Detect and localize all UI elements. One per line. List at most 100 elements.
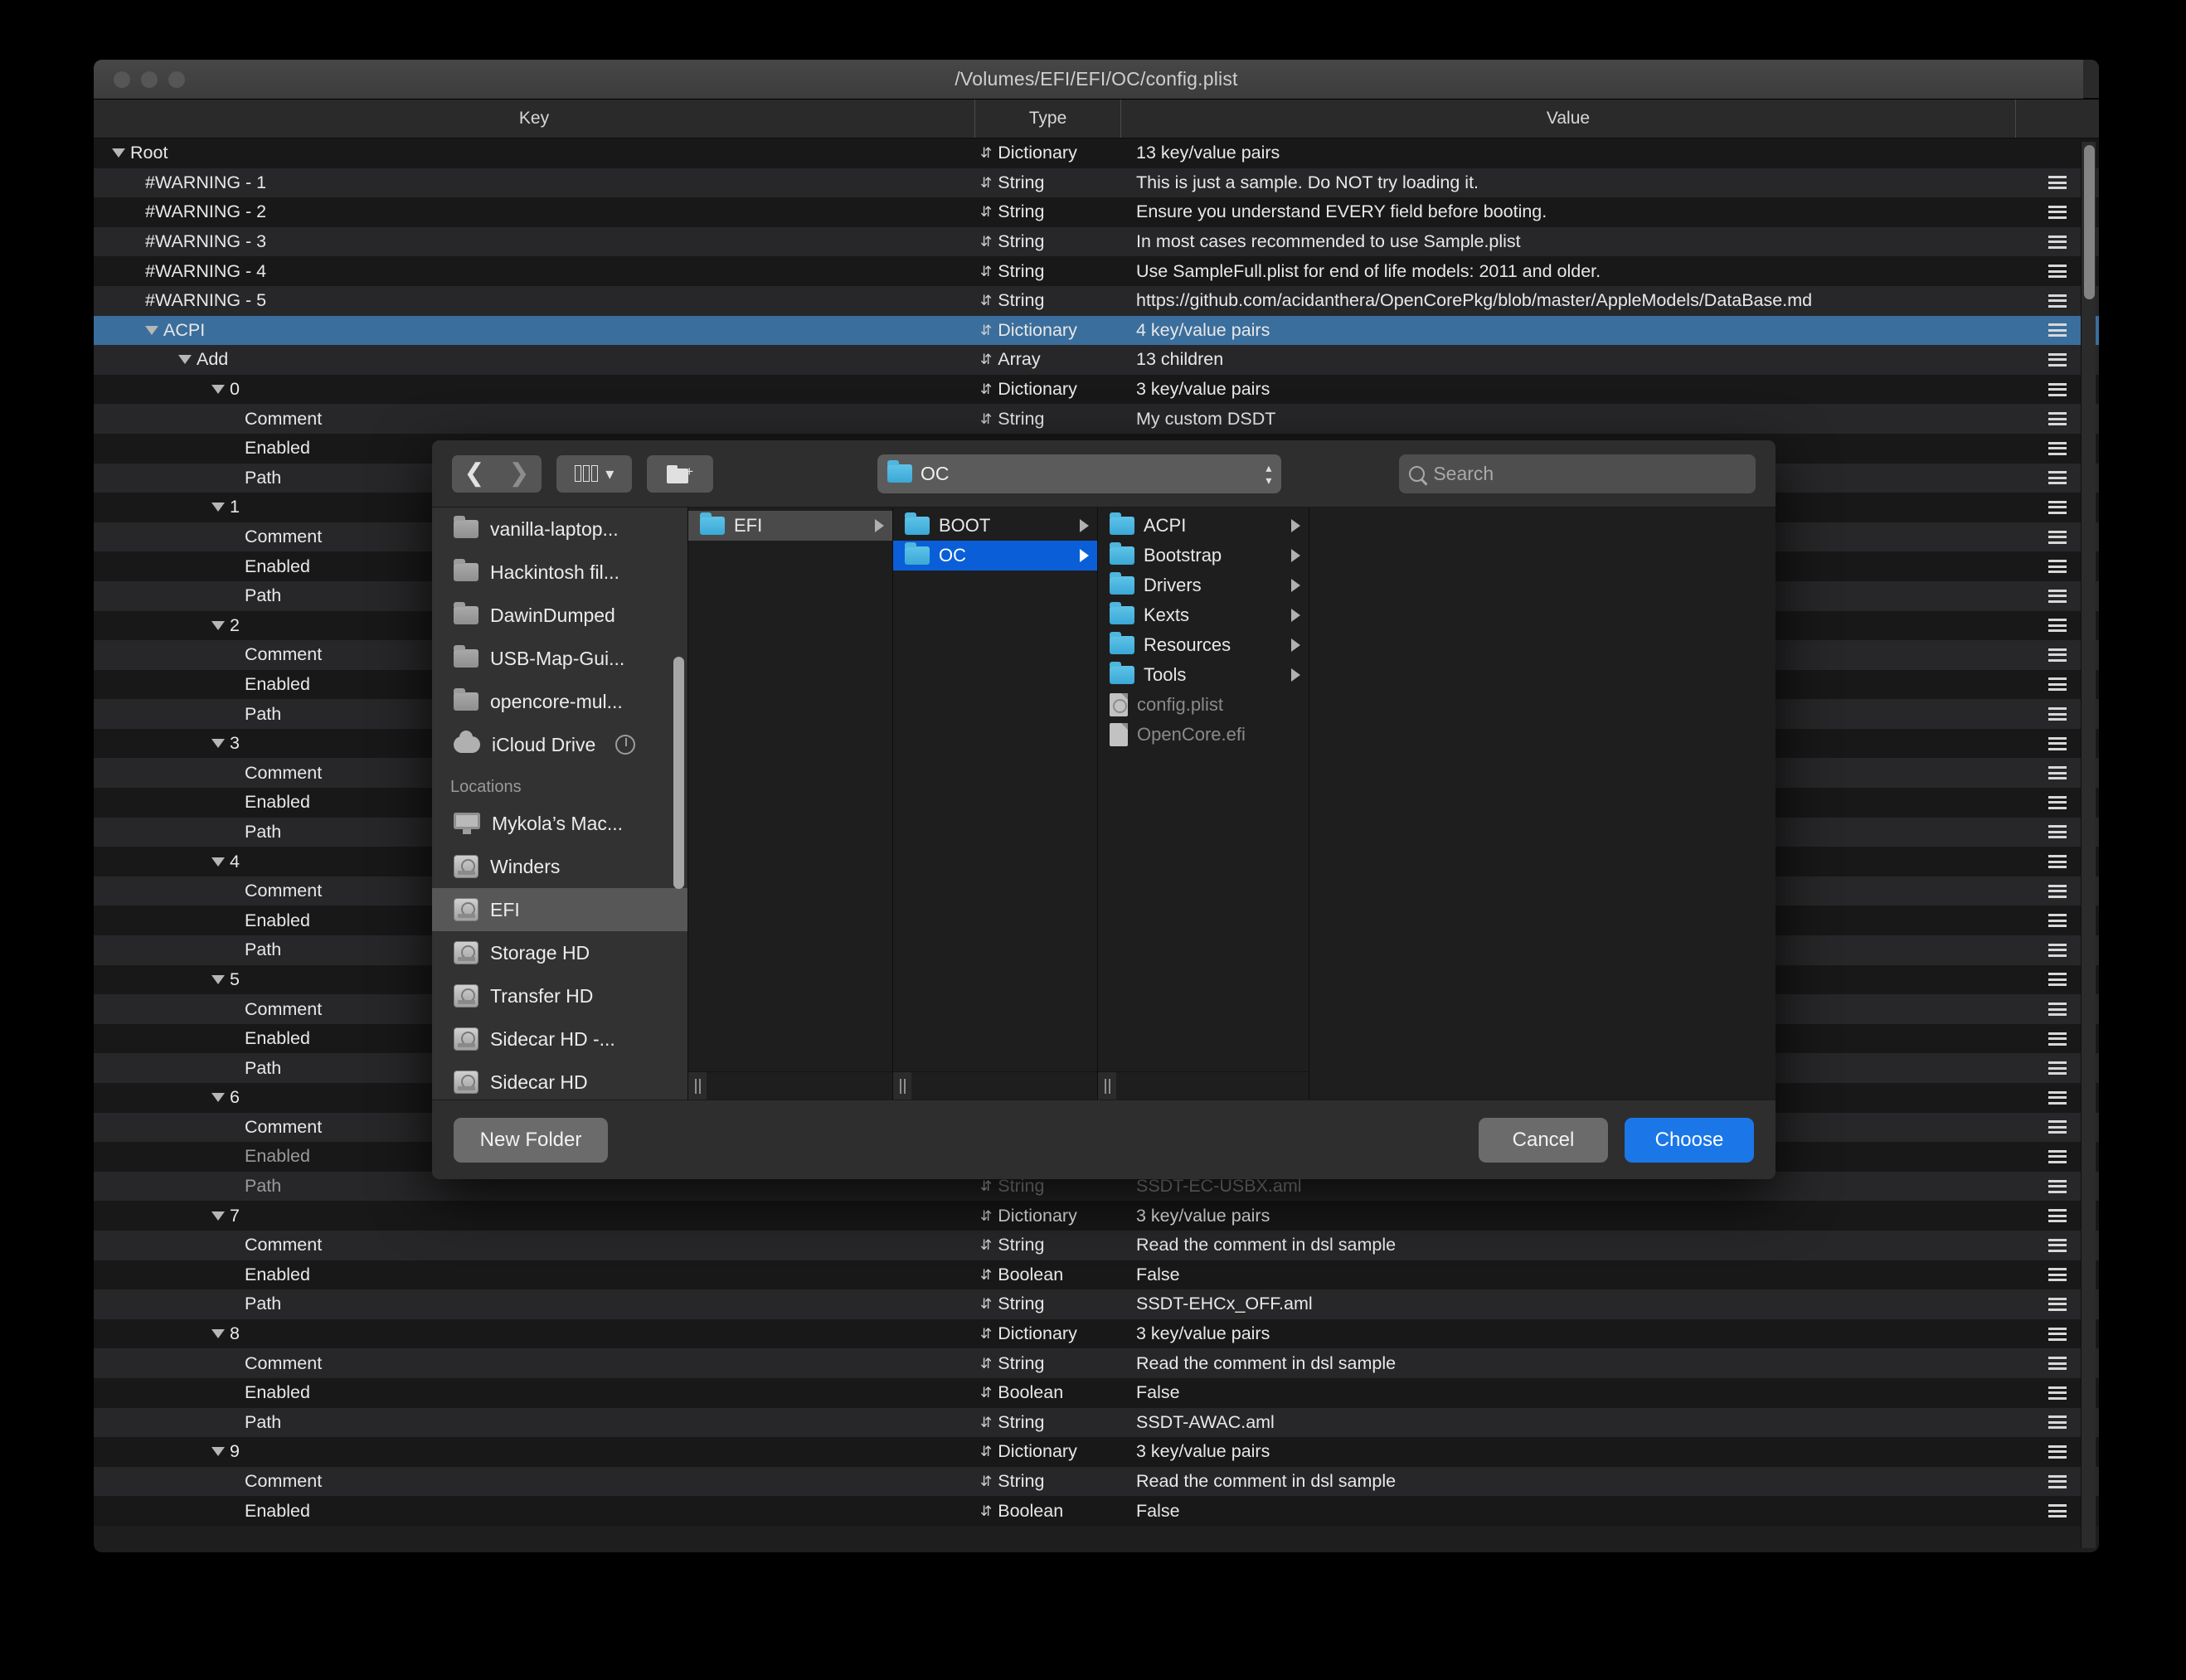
- disclosure-triangle-icon[interactable]: [211, 1211, 225, 1221]
- disclosure-triangle-icon[interactable]: [211, 385, 225, 394]
- table-row[interactable]: 9⇵Dictionary3 key/value pairs: [94, 1437, 2099, 1467]
- tree-row-value-cell[interactable]: False: [1121, 1382, 2016, 1403]
- hamburger-menu-icon[interactable]: [2048, 294, 2067, 308]
- hamburger-menu-icon[interactable]: [2048, 560, 2067, 573]
- tree-row-type-cell[interactable]: ⇵Boolean: [975, 1501, 1121, 1522]
- sidebar-item-usb-map-gui[interactable]: USB-Map-Gui...: [432, 637, 687, 680]
- hamburger-menu-icon[interactable]: [2048, 1061, 2067, 1075]
- tree-row-value-cell[interactable]: False: [1121, 1501, 2016, 1522]
- hamburger-menu-icon[interactable]: [2048, 1150, 2067, 1163]
- tree-row-key-cell[interactable]: #WARNING - 1: [94, 172, 975, 193]
- type-stepper-icon[interactable]: ⇵: [980, 382, 992, 396]
- type-stepper-icon[interactable]: ⇵: [980, 146, 992, 160]
- table-row[interactable]: Comment⇵StringRead the comment in dsl sa…: [94, 1231, 2099, 1260]
- hamburger-menu-icon[interactable]: [2048, 1415, 2067, 1429]
- tree-row-value-cell[interactable]: 3 key/value pairs: [1121, 1323, 2016, 1344]
- table-row[interactable]: #WARNING - 4⇵StringUse SampleFull.plist …: [94, 256, 2099, 286]
- type-stepper-icon[interactable]: ⇵: [980, 176, 992, 190]
- tree-row-key-cell[interactable]: Comment: [94, 1353, 975, 1374]
- disclosure-triangle-icon[interactable]: [211, 1093, 225, 1102]
- browser-column-1[interactable]: EFI: [687, 507, 892, 1100]
- hamburger-menu-icon[interactable]: [2048, 619, 2067, 632]
- hamburger-menu-icon[interactable]: [2048, 707, 2067, 721]
- tree-row-value-cell[interactable]: 4 key/value pairs: [1121, 320, 2016, 341]
- tree-row-key-cell[interactable]: Comment: [94, 1471, 975, 1492]
- hamburger-menu-icon[interactable]: [2048, 531, 2067, 544]
- tree-row-key-cell[interactable]: Path: [94, 1294, 975, 1314]
- hamburger-menu-icon[interactable]: [2048, 206, 2067, 219]
- hamburger-menu-icon[interactable]: [2048, 825, 2067, 838]
- table-row[interactable]: Comment⇵StringRead the comment in dsl sa…: [94, 1348, 2099, 1378]
- tree-row-type-cell[interactable]: ⇵String: [975, 202, 1121, 222]
- hamburger-menu-icon[interactable]: [2048, 944, 2067, 957]
- tree-row-key-cell[interactable]: ACPI: [94, 320, 975, 341]
- type-stepper-icon[interactable]: ⇵: [980, 1297, 992, 1311]
- tree-row-type-cell[interactable]: ⇵String: [975, 1412, 1121, 1433]
- file-list-item[interactable]: OC: [893, 541, 1097, 571]
- sidebar-item-sidecar-hd[interactable]: Sidecar HD -...: [432, 1017, 687, 1061]
- type-stepper-icon[interactable]: ⇵: [980, 205, 992, 219]
- disclosure-triangle-icon[interactable]: [211, 621, 225, 630]
- disclosure-triangle-icon[interactable]: [112, 148, 125, 158]
- hamburger-menu-icon[interactable]: [2048, 1445, 2067, 1459]
- hamburger-menu-icon[interactable]: [2048, 648, 2067, 662]
- browser-column-2[interactable]: BOOTOC: [892, 507, 1097, 1100]
- new-folder-button[interactable]: New Folder: [454, 1118, 608, 1163]
- hamburger-menu-icon[interactable]: [2048, 1180, 2067, 1193]
- table-row[interactable]: #WARNING - 3⇵StringIn most cases recomme…: [94, 227, 2099, 257]
- table-row[interactable]: 7⇵Dictionary3 key/value pairs: [94, 1201, 2099, 1231]
- disclosure-triangle-icon[interactable]: [211, 1329, 225, 1338]
- hamburger-menu-icon[interactable]: [2048, 1328, 2067, 1341]
- sidebar-item-hackintosh-fil[interactable]: Hackintosh fil...: [432, 551, 687, 594]
- hamburger-menu-icon[interactable]: [2048, 323, 2067, 337]
- type-stepper-icon[interactable]: ⇵: [980, 323, 992, 337]
- tree-row-type-cell[interactable]: ⇵String: [975, 261, 1121, 282]
- hamburger-menu-icon[interactable]: [2048, 235, 2067, 249]
- disclosure-triangle-icon[interactable]: [211, 975, 225, 984]
- tree-row-value-cell[interactable]: Read the comment in dsl sample: [1121, 1353, 2016, 1374]
- tree-row-key-cell[interactable]: #WARNING - 5: [94, 290, 975, 311]
- type-stepper-icon[interactable]: ⇵: [980, 1357, 992, 1371]
- type-stepper-icon[interactable]: ⇵: [980, 1386, 992, 1400]
- tree-row-key-cell[interactable]: Enabled: [94, 1265, 975, 1285]
- sidebar-item-storage-hd[interactable]: Storage HD: [432, 931, 687, 974]
- tree-row-key-cell[interactable]: Enabled: [94, 1501, 975, 1522]
- type-stepper-icon[interactable]: ⇵: [980, 1327, 992, 1341]
- tree-row-value-cell[interactable]: This is just a sample. Do NOT try loadin…: [1121, 172, 2016, 193]
- search-input[interactable]: Search: [1399, 454, 1756, 493]
- hamburger-menu-icon[interactable]: [2048, 1298, 2067, 1311]
- hamburger-menu-icon[interactable]: [2048, 677, 2067, 691]
- hamburger-menu-icon[interactable]: [2048, 855, 2067, 868]
- table-row[interactable]: #WARNING - 1⇵StringThis is just a sample…: [94, 168, 2099, 198]
- tree-row-type-cell[interactable]: ⇵Dictionary: [975, 1206, 1121, 1226]
- file-list-item[interactable]: Kexts: [1098, 600, 1309, 630]
- tree-row-key-cell[interactable]: Root: [94, 143, 975, 163]
- view-mode-button[interactable]: ▾: [556, 455, 632, 493]
- type-stepper-icon[interactable]: ⇵: [980, 1474, 992, 1488]
- hamburger-menu-icon[interactable]: [2048, 796, 2067, 809]
- column-resize-grip-3[interactable]: [1098, 1071, 1309, 1100]
- hamburger-menu-icon[interactable]: [2048, 1504, 2067, 1517]
- tree-row-type-cell[interactable]: ⇵Array: [975, 349, 1121, 370]
- file-list-item[interactable]: OpenCore.efi: [1098, 720, 1309, 750]
- hamburger-menu-icon[interactable]: [2048, 1091, 2067, 1105]
- tree-row-type-cell[interactable]: ⇵String: [975, 409, 1121, 430]
- hamburger-menu-icon[interactable]: [2048, 914, 2067, 927]
- browser-column-3[interactable]: ACPIBootstrapDriversKextsResourcesToolsc…: [1097, 507, 1309, 1100]
- disclosure-triangle-icon[interactable]: [178, 355, 192, 364]
- sidebar-item-icloud-drive[interactable]: iCloud Drive: [432, 723, 687, 766]
- type-stepper-icon[interactable]: ⇵: [980, 1238, 992, 1252]
- type-stepper-icon[interactable]: ⇵: [980, 1415, 992, 1430]
- table-row[interactable]: ACPI⇵Dictionary4 key/value pairs: [94, 316, 2099, 346]
- tree-row-value-cell[interactable]: 3 key/value pairs: [1121, 379, 2016, 400]
- table-row[interactable]: Root⇵Dictionary13 key/value pairs: [94, 138, 2099, 168]
- tree-row-value-cell[interactable]: 13 key/value pairs: [1121, 143, 2016, 163]
- tree-row-value-cell[interactable]: 3 key/value pairs: [1121, 1441, 2016, 1462]
- sidebar-item-winders[interactable]: Winders: [432, 845, 687, 888]
- file-list-item[interactable]: config.plist: [1098, 690, 1309, 720]
- tree-row-key-cell[interactable]: Enabled: [94, 1382, 975, 1403]
- tree-row-key-cell[interactable]: #WARNING - 2: [94, 202, 975, 222]
- type-stepper-icon[interactable]: ⇵: [980, 235, 992, 249]
- hamburger-menu-icon[interactable]: [2048, 1239, 2067, 1252]
- sidebar-item-opencore-mul[interactable]: opencore-mul...: [432, 680, 687, 723]
